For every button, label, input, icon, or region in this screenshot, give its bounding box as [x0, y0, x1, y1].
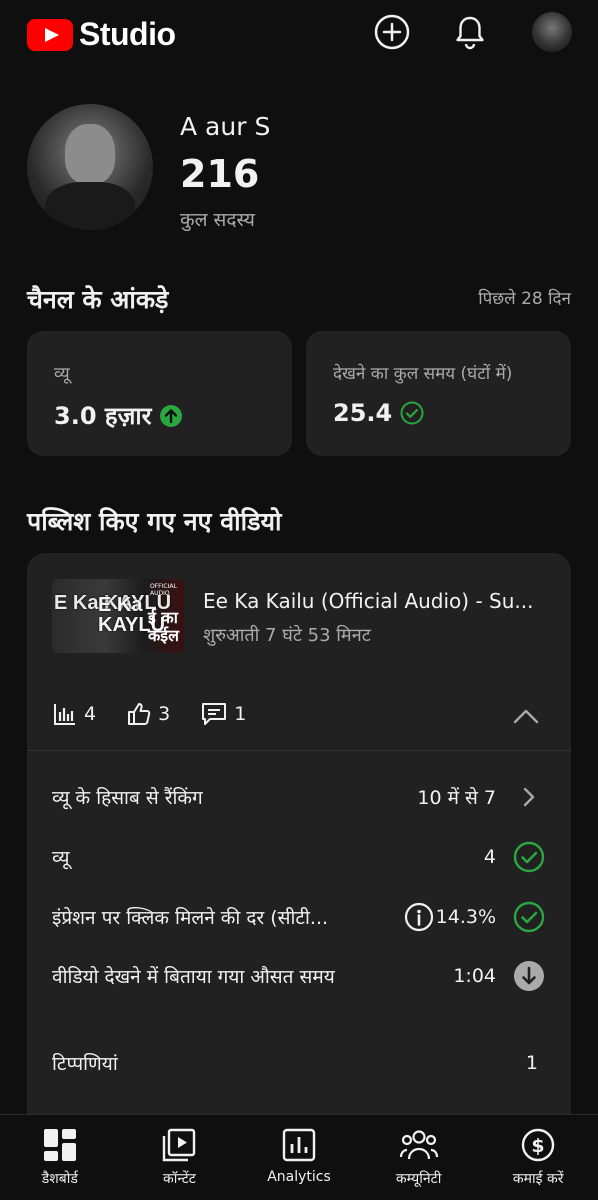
- ranking-value: 10 में से 7: [417, 787, 496, 809]
- nav-content-label: कॉन्टेंट: [162, 1171, 196, 1187]
- likes-metric-value: 3: [158, 703, 171, 725]
- community-icon: [399, 1127, 439, 1163]
- avg-view-duration-label: वीडियो देखने में बिताया गया औसत समय: [52, 966, 335, 988]
- card-divider: [27, 750, 571, 751]
- ctr-value: 14.3%: [435, 906, 496, 928]
- youtube-play-icon: [27, 18, 73, 51]
- video-title[interactable]: Ee Ka Kailu (Official Audio) - Su...: [203, 589, 553, 613]
- views-metric: 4: [52, 701, 96, 727]
- views-value-row: 3.0 हज़ार: [54, 399, 183, 432]
- video-views-row: व्यू 4: [52, 837, 546, 877]
- published-videos-title: पब्लिश किए गए नए वीडियो: [27, 507, 282, 536]
- chevron-right-icon: [512, 786, 546, 808]
- latest-video-card: E Ka KAYLU E Ka KAYLU OFFICIAL AUDIO ई क…: [27, 553, 571, 1153]
- nav-analytics[interactable]: Analytics: [239, 1115, 359, 1200]
- create-icon[interactable]: [372, 12, 412, 52]
- video-thumbnail[interactable]: E Ka KAYLU E Ka KAYLU OFFICIAL AUDIO ई क…: [52, 579, 184, 653]
- nav-dashboard-label: डैशबोर्ड: [41, 1171, 78, 1187]
- comments-metric: 1: [200, 701, 246, 727]
- thumbnail-tag: OFFICIAL AUDIO: [150, 583, 177, 597]
- arrow-down-circle-icon: [512, 960, 546, 992]
- likes-metric: 3: [126, 701, 170, 727]
- nav-earn[interactable]: $ कमाई करें: [478, 1115, 598, 1200]
- check-circle-icon: [512, 841, 546, 873]
- avg-view-duration-row: वीडियो देखने में बिताया गया औसत समय 1:04: [52, 956, 546, 996]
- channel-avatar: [27, 104, 153, 230]
- views-value: 3.0 हज़ार: [54, 402, 152, 430]
- ctr-row: इंप्रेशन पर क्लिक मिलने की दर (सीटी... 1…: [52, 897, 546, 937]
- views-metric-value: 4: [84, 703, 97, 725]
- video-subtitle: शुरुआती 7 घंटे 53 मिनट: [203, 625, 371, 646]
- thumbs-up-icon: [126, 701, 152, 727]
- trend-up-icon: [159, 404, 183, 428]
- channel-name: A aur S: [180, 112, 271, 141]
- bottom-navigation: डैशबोर्ड कॉन्टेंट Analytics कम्यूनिटी $ …: [0, 1114, 598, 1200]
- watch-time-value-row: 25.4: [333, 399, 424, 427]
- video-views-value: 4: [483, 846, 496, 868]
- video-views-label: व्यू: [52, 847, 70, 869]
- info-icon[interactable]: [404, 902, 434, 932]
- views-label: व्यू: [54, 364, 70, 384]
- nav-community-label: कम्यूनिटी: [395, 1171, 442, 1187]
- nav-earn-label: कमाई करें: [512, 1171, 564, 1187]
- earn-icon: $: [520, 1127, 556, 1163]
- nav-dashboard[interactable]: डैशबोर्ड: [0, 1115, 120, 1200]
- comment-icon: [200, 701, 228, 727]
- bar-chart-icon: [52, 701, 78, 727]
- analytics-period: पिछले 28 दिन: [478, 289, 571, 309]
- check-circle-icon: [400, 401, 424, 425]
- subscriber-count: 216: [180, 152, 260, 196]
- nav-analytics-label: Analytics: [267, 1169, 331, 1185]
- video-metrics: 4 3 1: [52, 701, 276, 727]
- chevron-up-icon[interactable]: [511, 701, 541, 731]
- subscriber-label: कुल सदस्य: [180, 209, 255, 231]
- logo-text: Studio: [79, 16, 176, 52]
- top-app-bar: Studio: [0, 0, 598, 66]
- avg-view-duration-value: 1:04: [453, 965, 496, 987]
- channel-analytics-title: चैनल के आंकड़े: [27, 285, 169, 314]
- watch-time-value: 25.4: [333, 399, 393, 427]
- content-icon: [161, 1127, 197, 1163]
- watch-time-card[interactable]: देखने का कुल समय (घंटों में) 25.4: [306, 331, 571, 456]
- account-avatar[interactable]: [532, 12, 572, 52]
- comments-row[interactable]: टिप्पणियां 1: [52, 1043, 546, 1083]
- comments-metric-value: 1: [234, 703, 247, 725]
- ranking-row[interactable]: व्यू के हिसाब से रैंकिंग 10 में से 7: [52, 777, 546, 817]
- dashboard-icon: [42, 1127, 78, 1163]
- analytics-icon: [281, 1127, 317, 1163]
- comments-label: टिप्पणियां: [52, 1053, 118, 1075]
- check-circle-icon: [512, 901, 546, 933]
- youtube-studio-logo[interactable]: Studio: [27, 16, 176, 53]
- nav-content[interactable]: कॉन्टेंट: [120, 1115, 240, 1200]
- nav-community[interactable]: कम्यूनिटी: [359, 1115, 479, 1200]
- thumbnail-text-3: ई का कईल: [148, 608, 179, 645]
- watch-time-label: देखने का कुल समय (घंटों में): [333, 364, 513, 384]
- svg-text:$: $: [532, 1135, 545, 1157]
- notifications-icon[interactable]: [450, 12, 490, 52]
- views-card[interactable]: व्यू 3.0 हज़ार: [27, 331, 292, 456]
- ranking-label: व्यू के हिसाब से रैंकिंग: [52, 787, 203, 809]
- comments-count: 1: [525, 1052, 538, 1074]
- ctr-label: इंप्रेशन पर क्लिक मिलने की दर (सीटी...: [52, 907, 329, 929]
